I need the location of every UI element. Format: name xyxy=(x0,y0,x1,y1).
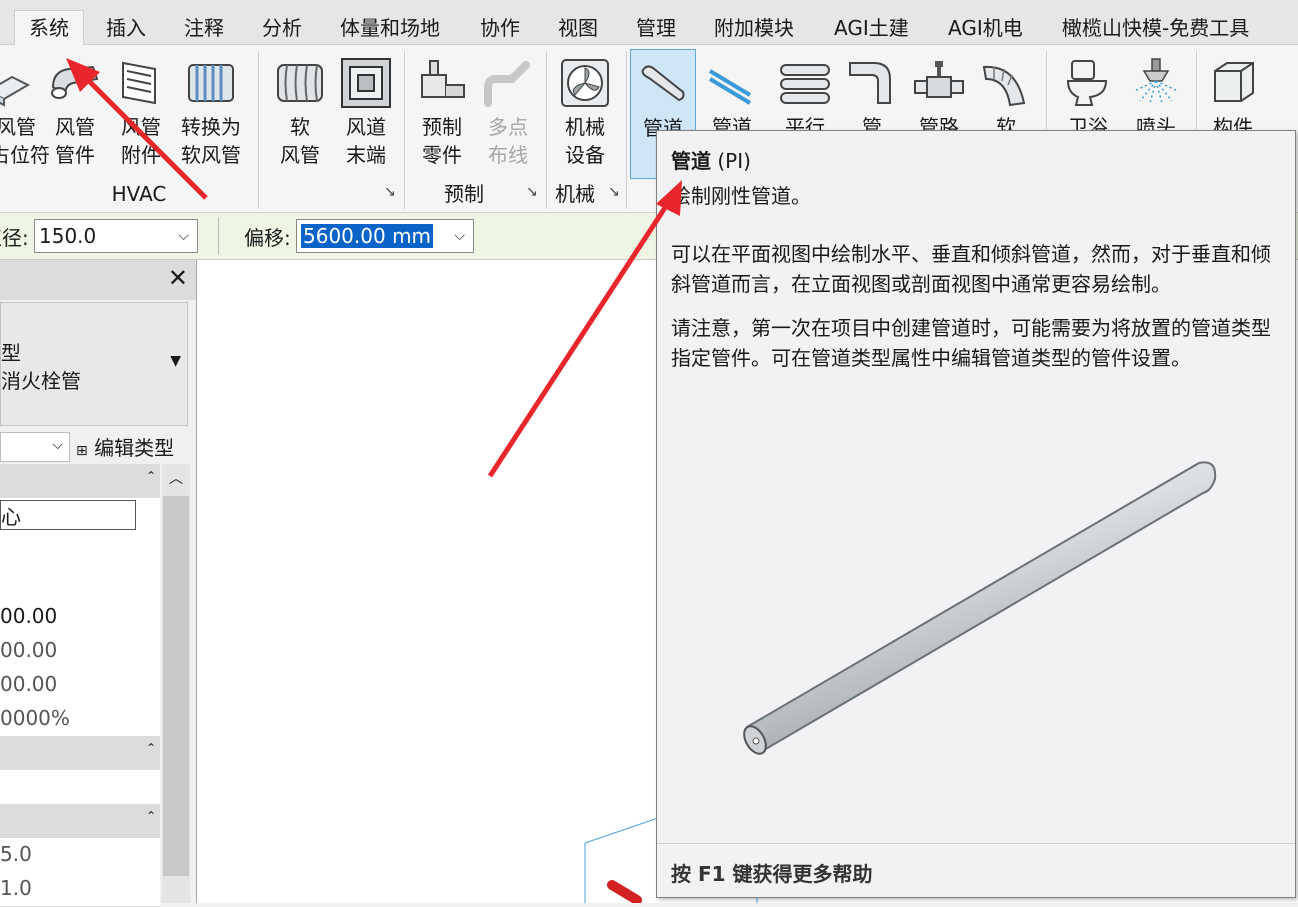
chevron-down-icon: ⌵ xyxy=(454,228,465,244)
tooltip-title: 管道 (PI) xyxy=(671,149,751,173)
group-header[interactable]: ⌃ xyxy=(0,736,160,771)
table-row[interactable]: 1.0 xyxy=(0,872,160,907)
diameter-label: 直径: xyxy=(0,226,29,250)
scrollbar-thumb[interactable] xyxy=(163,496,189,876)
tab-collaborate[interactable]: 协作 xyxy=(480,8,520,44)
tooltip-note: 请注意，第一次在项目中创建管道时，可能需要为将放置的管道类型指定管件。可在管道类… xyxy=(671,316,1271,370)
component-icon xyxy=(1214,62,1254,102)
table-row[interactable]: 5.0 xyxy=(0,838,160,873)
separator xyxy=(404,51,405,209)
tab-insert[interactable]: 插入 xyxy=(106,8,146,44)
pipe-placeholder-icon xyxy=(708,69,752,105)
type-selector[interactable]: 型消火栓管 ▼ xyxy=(0,302,188,426)
fabrication-dialog-launcher-icon[interactable]: ↘ xyxy=(526,184,538,200)
table-row[interactable] xyxy=(0,770,160,805)
properties-header: ✕ xyxy=(0,260,196,300)
sprinkler-icon xyxy=(1133,58,1179,104)
edit-type-button[interactable]: ⊞ 编辑类型 xyxy=(76,432,174,461)
plumbing-fixture-icon xyxy=(1066,60,1108,106)
chevron-down-icon: ⌵ xyxy=(178,228,189,244)
close-icon[interactable]: ✕ xyxy=(168,264,188,292)
tab-analyze[interactable]: 分析 xyxy=(262,8,302,44)
parallel-pipes-icon xyxy=(780,64,830,104)
diameter-field[interactable]: 150.0 ⌵ xyxy=(34,219,198,253)
convert-to-flex-duct-button[interactable]: 转换为 软风管 xyxy=(176,49,246,177)
tab-addins[interactable]: 附加模块 xyxy=(714,8,794,44)
air-terminal-icon xyxy=(341,58,391,108)
mechanical-dialog-launcher-icon[interactable]: ↘ xyxy=(608,184,620,200)
table-row[interactable]: 0000% xyxy=(0,702,160,737)
duct-fitting-icon xyxy=(51,65,99,99)
offset-value: 5600.00 mm xyxy=(301,224,434,248)
pipe-icon xyxy=(641,65,685,102)
air-terminal-button[interactable]: 风道 末端 xyxy=(334,49,398,177)
group-header[interactable]: ⌃ xyxy=(0,804,160,839)
flex-pipe-icon xyxy=(982,65,1026,107)
collapse-icon: ⌃ xyxy=(145,469,156,483)
tab-massing-site[interactable]: 体量和场地 xyxy=(340,8,440,44)
table-row[interactable]: 00.00 xyxy=(0,668,160,703)
value-cell[interactable]: 心 xyxy=(0,500,136,530)
flex-duct-icon xyxy=(277,64,323,102)
multipoint-routing-icon xyxy=(484,61,530,107)
collapse-icon: ⌃ xyxy=(145,809,156,823)
panel-mechanical-label: 机械 xyxy=(555,182,595,206)
tab-manage[interactable]: 管理 xyxy=(636,8,676,44)
tab-agi-civil[interactable]: AGI土建 xyxy=(834,8,909,44)
table-row[interactable]: 00.00 xyxy=(0,634,160,669)
mechanical-equipment-icon xyxy=(561,59,609,107)
separator xyxy=(258,51,259,209)
pipe-fitting-icon xyxy=(849,62,891,104)
multipoint-routing-button[interactable]: 多点 布线 xyxy=(476,49,540,177)
separator xyxy=(546,51,547,209)
tab-agi-mep[interactable]: AGI机电 xyxy=(948,8,1023,44)
separator xyxy=(626,51,627,209)
duct-accessory-icon xyxy=(122,61,156,105)
type-name: 型消火栓管 xyxy=(1,341,81,393)
duct-placeholder-button[interactable]: 风管 占位符 xyxy=(0,49,50,177)
chevron-down-icon: ⌵ xyxy=(52,437,63,453)
offset-field[interactable]: 5600.00 mm ⌵ xyxy=(296,219,474,253)
scroll-up-icon[interactable]: ︿ xyxy=(169,468,183,488)
duct-fitting-button[interactable]: 风管 管件 xyxy=(46,49,104,177)
separator xyxy=(218,217,219,255)
offset-label: 偏移: xyxy=(244,226,291,250)
instance-filter-dropdown[interactable]: ⌵ xyxy=(0,432,70,462)
duct-placeholder-icon xyxy=(0,75,31,107)
diameter-value: 150.0 xyxy=(39,224,97,248)
table-row[interactable]: 00.00 xyxy=(0,600,160,635)
fabrication-part-button[interactable]: 预制 零件 xyxy=(410,49,474,177)
tab-view[interactable]: 视图 xyxy=(558,8,598,44)
ribbon-tab-bar: 系统 插入 注释 分析 体量和场地 协作 视图 管理 附加模块 AGI土建 AG… xyxy=(0,0,1298,45)
tooltip-summary: 绘制刚性管道。 xyxy=(671,184,811,208)
flex-duct-button[interactable]: 软 风管 xyxy=(268,49,332,177)
panel-fabrication-label: 预制 xyxy=(444,182,484,206)
mechanical-equipment-button[interactable]: 机械 设备 xyxy=(552,49,618,177)
table-row[interactable] xyxy=(0,566,160,601)
type-dropdown-icon: ▼ xyxy=(170,353,181,369)
tooltip-footer: 按 F1 键获得更多帮助 xyxy=(657,843,1295,898)
pipe-tooltip: 管道 (PI) 绘制刚性管道。 可以在平面视图中绘制水平、垂直和倾斜管道，然而，… xyxy=(656,130,1296,898)
panel-hvac-label: HVAC xyxy=(111,182,167,206)
group-header[interactable]: ⌃ xyxy=(0,464,160,499)
edit-type-icon: ⊞ xyxy=(76,443,88,459)
duct-accessory-button[interactable]: 风管 附件 xyxy=(112,49,170,177)
table-row[interactable] xyxy=(0,532,160,567)
tooltip-description: 可以在平面视图中绘制水平、垂直和倾斜管道，然而，对于垂直和倾斜管道而言，在立面视… xyxy=(671,242,1271,296)
hvac-dialog-launcher-icon[interactable]: ↘ xyxy=(384,184,396,200)
collapse-icon: ⌃ xyxy=(145,741,156,755)
tab-annotate[interactable]: 注释 xyxy=(184,8,224,44)
tab-systems[interactable]: 系统 xyxy=(14,10,84,45)
pipe-accessory-icon xyxy=(914,61,964,98)
properties-palette: ✕ 型消火栓管 ▼ ⌵ ⊞ 编辑类型 ⌃ 心 00.00 00.00 00.00… xyxy=(0,260,197,907)
tab-olive-tools[interactable]: 橄榄山快模-免费工具 xyxy=(1062,8,1249,44)
fabrication-part-icon xyxy=(421,60,465,98)
convert-flex-icon xyxy=(188,64,234,102)
properties-scrollbar[interactable]: ︿ xyxy=(162,464,190,903)
table-row[interactable]: 心 xyxy=(0,498,160,533)
pipe-illustration xyxy=(743,461,1217,755)
